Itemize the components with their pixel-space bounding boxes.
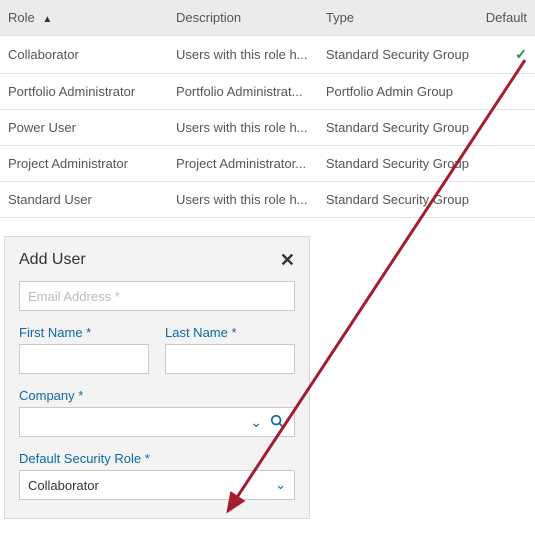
search-icon[interactable]	[266, 414, 288, 431]
email-field[interactable]	[19, 281, 295, 311]
cell-role: Collaborator	[0, 36, 168, 74]
chevron-down-icon[interactable]: ⌄	[246, 414, 266, 431]
cell-role: Portfolio Administrator	[0, 74, 168, 110]
col-header-default[interactable]: Default	[478, 0, 535, 36]
default-role-select[interactable]: Collaborator ⌄	[19, 470, 295, 500]
cell-type: Standard Security Group	[318, 110, 478, 146]
table-header-row: Role ▲ Description Type Default	[0, 0, 535, 36]
chevron-down-icon: ⌄	[275, 477, 286, 493]
cell-description: Users with this role h...	[168, 110, 318, 146]
cell-type: Standard Security Group	[318, 146, 478, 182]
col-header-role[interactable]: Role ▲	[0, 0, 168, 36]
cell-description: Project Administrator...	[168, 146, 318, 182]
table-row[interactable]: Standard UserUsers with this role h...St…	[0, 182, 535, 218]
company-label: Company *	[19, 388, 295, 403]
cell-type: Standard Security Group	[318, 182, 478, 218]
cell-description: Users with this role h...	[168, 182, 318, 218]
sort-asc-icon[interactable]: ▲	[42, 14, 52, 25]
cell-description: Users with this role h...	[168, 36, 318, 74]
cell-role: Project Administrator	[0, 146, 168, 182]
cell-default	[478, 182, 535, 218]
company-combobox[interactable]: ⌄	[19, 407, 295, 437]
first-name-field[interactable]	[19, 344, 149, 374]
table-row[interactable]: Power UserUsers with this role h...Stand…	[0, 110, 535, 146]
default-role-label: Default Security Role *	[19, 451, 295, 466]
roles-table: Role ▲ Description Type Default Collabor…	[0, 0, 535, 218]
default-role-value: Collaborator	[28, 478, 99, 493]
last-name-field[interactable]	[165, 344, 295, 374]
cell-role: Standard User	[0, 182, 168, 218]
col-header-description[interactable]: Description	[168, 0, 318, 36]
cell-role: Power User	[0, 110, 168, 146]
col-header-role-label: Role	[8, 10, 35, 25]
cell-type: Portfolio Admin Group	[318, 74, 478, 110]
last-name-label: Last Name *	[165, 325, 295, 340]
check-icon: ✓	[515, 46, 527, 62]
table-row[interactable]: Portfolio AdministratorPortfolio Adminis…	[0, 74, 535, 110]
cell-default: ✓	[478, 36, 535, 74]
table-row[interactable]: CollaboratorUsers with this role h...Sta…	[0, 36, 535, 74]
cell-description: Portfolio Administrat...	[168, 74, 318, 110]
cell-type: Standard Security Group	[318, 36, 478, 74]
cell-default	[478, 146, 535, 182]
cell-default	[478, 110, 535, 146]
panel-title: Add User	[19, 251, 86, 269]
table-row[interactable]: Project AdministratorProject Administrat…	[0, 146, 535, 182]
col-header-type[interactable]: Type	[318, 0, 478, 36]
close-icon[interactable]: ✕	[280, 251, 295, 269]
add-user-panel: Add User ✕ First Name * Last Name * Comp…	[4, 236, 310, 519]
first-name-label: First Name *	[19, 325, 149, 340]
cell-default	[478, 74, 535, 110]
